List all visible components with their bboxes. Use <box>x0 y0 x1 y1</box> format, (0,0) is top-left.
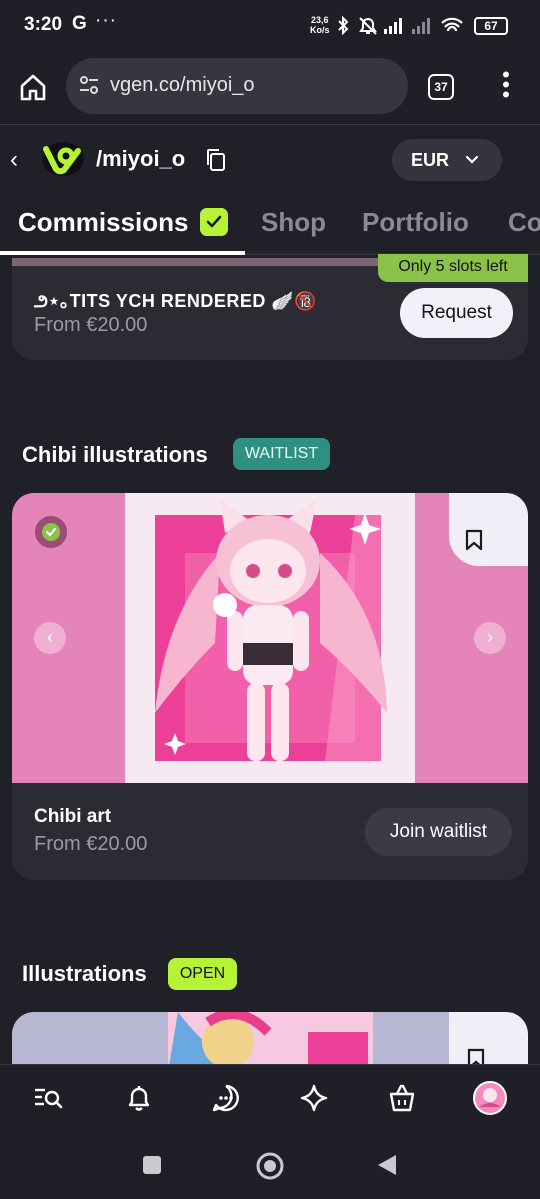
home-icon[interactable] <box>18 72 48 102</box>
wifi-icon <box>441 17 463 32</box>
copy-icon[interactable] <box>205 148 227 172</box>
chibi-artwork-image <box>125 493 415 783</box>
commission-card-illustration[interactable] <box>12 1012 528 1072</box>
vgen-logo-icon[interactable] <box>40 139 86 179</box>
join-waitlist-button[interactable]: Join waitlist <box>365 808 512 856</box>
sparkle-discover-icon[interactable] <box>299 1083 329 1113</box>
browser-toolbar: vgen.co/miyoi_o 37 • • • <box>0 52 540 124</box>
home-circle-icon[interactable] <box>255 1151 285 1181</box>
currency-label: EUR <box>411 150 450 170</box>
bookmark-button[interactable] <box>449 493 528 566</box>
profile-username: /miyoi_o <box>96 146 186 171</box>
currency-selector[interactable]: EUR <box>392 139 502 181</box>
status-bar: 3:20 G ··· 23,6 Ko/s 67 <box>0 0 540 52</box>
shopping-bag-icon[interactable] <box>387 1083 417 1113</box>
bookmark-icon <box>465 529 483 551</box>
address-bar[interactable]: vgen.co/miyoi_o <box>66 58 408 114</box>
notifications-bell-icon[interactable] <box>124 1083 154 1113</box>
signal-icon <box>412 18 430 34</box>
messages-chat-icon[interactable] <box>211 1083 241 1113</box>
section-title-illustrations: Illustrations <box>22 961 147 986</box>
recents-square-icon[interactable] <box>141 1154 163 1176</box>
browse-search-icon[interactable] <box>33 1083 63 1113</box>
tab-portfolio[interactable]: Portfolio <box>362 207 469 238</box>
carrier-icon: G <box>72 13 87 34</box>
bluetooth-icon <box>338 15 349 36</box>
back-icon[interactable]: ‹ <box>10 146 18 174</box>
system-navigation-bar <box>0 1132 540 1199</box>
request-button[interactable]: Request <box>400 288 513 338</box>
tab-commissions[interactable]: Commissions <box>18 207 189 238</box>
commission-price: From €20.00 <box>34 314 148 336</box>
slots-left-badge: Only 5 slots left <box>378 254 528 282</box>
verified-badge-icon <box>35 516 67 548</box>
bookmark-button[interactable] <box>449 1012 528 1072</box>
tab-switcher-button[interactable]: 37 <box>428 74 454 100</box>
commission-price: From €20.00 <box>34 833 148 855</box>
system-icons <box>338 15 463 36</box>
back-triangle-icon[interactable] <box>376 1153 398 1177</box>
more-notifications-icon: ··· <box>95 10 117 31</box>
carousel-next-icon[interactable]: › <box>474 622 506 654</box>
illustration-artwork-image <box>168 1012 373 1072</box>
profile-avatar[interactable] <box>473 1081 507 1115</box>
commission-image-carousel[interactable]: ‹ › <box>12 493 528 783</box>
verified-check-icon <box>200 208 228 236</box>
signal-icon <box>384 18 402 34</box>
browser-menu-icon[interactable]: • • • <box>498 64 514 106</box>
open-badge: OPEN <box>168 958 237 990</box>
site-settings-icon[interactable] <box>78 74 100 96</box>
waitlist-badge: WAITLIST <box>233 438 330 470</box>
section-title-chibi: Chibi illustrations <box>22 442 208 467</box>
carousel-prev-icon[interactable]: ‹ <box>34 622 66 654</box>
url-text[interactable]: vgen.co/miyoi_o <box>110 74 255 97</box>
tab-shop[interactable]: Shop <box>261 207 326 238</box>
bottom-navigation <box>0 1064 540 1132</box>
toolbar-divider <box>0 124 540 125</box>
tab-co[interactable]: Co <box>508 207 540 238</box>
commission-title: ౨⋆｡TITS YCH RENDERED 🪽🔞 <box>34 291 318 311</box>
active-tab-indicator <box>0 251 245 255</box>
network-speed: 23,6 Ko/s <box>310 15 330 35</box>
chevron-down-icon <box>465 155 479 164</box>
status-time: 3:20 <box>24 14 63 35</box>
battery-icon: 67 <box>474 17 508 35</box>
commission-title: Chibi art <box>34 806 112 827</box>
